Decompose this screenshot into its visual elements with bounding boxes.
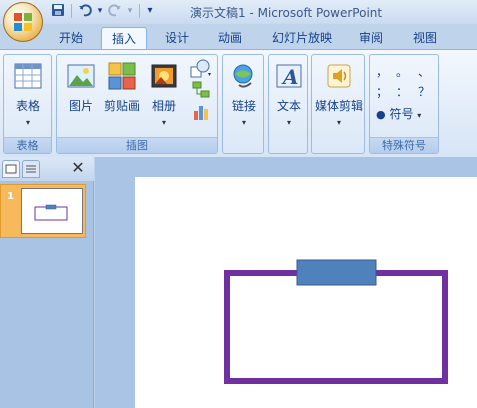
ribbon-tabs: 开始 插入 设计 动画 幻灯片放映 审阅 视图 (0, 24, 477, 50)
title-bar: ▾ ▾ ▾ 演示文稿1 - Microsoft PowerPoint (0, 0, 477, 24)
blue-rectangle-shape[interactable] (296, 259, 377, 286)
slide-thumbnail-selected[interactable]: 1 (0, 184, 86, 238)
shapes-button[interactable] (189, 59, 213, 82)
text-button[interactable]: A 文本 ▾ (271, 61, 307, 127)
symbol-question[interactable]: ？ (416, 83, 432, 100)
clipart-icon (107, 61, 137, 91)
smartart-icon (192, 81, 210, 98)
tab-insert[interactable]: 插入 (101, 27, 147, 50)
redo-dropdown-icon[interactable]: ▾ (126, 3, 134, 19)
chevron-down-icon: ▾ (336, 118, 341, 127)
text-button-label: 文本 (276, 99, 301, 113)
symbol-button-label: 符号 (389, 107, 414, 121)
table-button-label: 表格 (15, 99, 40, 113)
chevron-down-icon: ▾ (241, 118, 246, 127)
picture-button-label: 图片 (68, 99, 93, 113)
slides-tab[interactable] (2, 160, 20, 178)
slides-pane: ✕ 1 (0, 157, 94, 408)
group-illustrations: 图片 剪贴画 相册 ▾ 插图 (56, 54, 218, 154)
slide-canvas[interactable] (135, 177, 477, 408)
slides-tab-icon (5, 164, 17, 174)
photo-album-icon (149, 61, 179, 91)
chevron-down-icon: ▾ (25, 118, 30, 127)
smartart-button[interactable] (191, 81, 211, 102)
group-special-symbols: ， 。 、 ； ： ？ ● 符号 ▾ 特殊符号 (369, 54, 439, 154)
purple-rectangle-shape[interactable] (224, 270, 448, 384)
group-label-special-symbols: 特殊符号 (370, 137, 438, 153)
media-clips-button[interactable]: 媒体剪辑 ▾ (313, 61, 365, 127)
svg-text:A: A (281, 65, 299, 89)
table-button[interactable]: 表格 ▾ (8, 61, 48, 127)
qat-separator (139, 4, 140, 18)
slide-number: 1 (7, 191, 14, 202)
tab-slideshow[interactable]: 幻灯片放映 (264, 27, 340, 50)
photo-album-button[interactable]: 相册 ▾ (145, 61, 183, 127)
chart-button[interactable] (191, 103, 211, 124)
undo-icon[interactable] (77, 3, 93, 19)
tab-animations[interactable]: 动画 (211, 27, 249, 50)
group-label-illustrations: 插图 (57, 137, 217, 153)
omega-icon: ● (376, 108, 386, 121)
office-logo-icon (14, 13, 33, 32)
group-tables: 表格 ▾ 表格 (3, 54, 52, 154)
photo-album-button-label: 相册 (151, 99, 176, 113)
window-title: 演示文稿1 - Microsoft PowerPoint (190, 6, 383, 20)
media-clips-button-label: 媒体剪辑 (314, 99, 363, 113)
ribbon-insert: 表格 ▾ 表格 图片 剪贴画 相册 ▾ 插图 链接 ▾ A 文本 ▾ 媒体剪辑 … (0, 49, 477, 157)
chevron-down-icon: ▾ (286, 118, 291, 127)
customize-qat-icon[interactable]: ▾ (145, 3, 155, 19)
thumbnail-shapes (34, 204, 68, 221)
redo-icon[interactable] (107, 3, 123, 19)
tab-design[interactable]: 设计 (158, 27, 196, 50)
picture-button[interactable]: 图片 (61, 61, 101, 114)
symbol-comma[interactable]: ， (374, 63, 390, 80)
outline-tab-icon (26, 165, 36, 173)
group-media: 媒体剪辑 ▾ (311, 54, 365, 154)
links-button[interactable]: 链接 ▾ (225, 61, 263, 127)
undo-dropdown-icon[interactable]: ▾ (96, 3, 104, 19)
symbol-period[interactable]: 。 (394, 63, 410, 80)
links-button-label: 链接 (231, 99, 256, 113)
chevron-down-icon: ▾ (161, 118, 166, 127)
office-button[interactable] (3, 2, 43, 42)
symbol-enum-comma[interactable]: 、 (416, 63, 432, 80)
pane-tabs: ✕ (0, 157, 94, 181)
shapes-icon (190, 59, 211, 78)
clipart-button[interactable]: 剪贴画 (101, 61, 143, 114)
tab-home[interactable]: 开始 (52, 27, 90, 50)
group-links: 链接 ▾ (222, 54, 264, 154)
chevron-down-icon: ▾ (417, 111, 422, 120)
slide-shapes (224, 259, 448, 384)
quick-access-toolbar: ▾ ▾ ▾ (50, 3, 155, 19)
outline-tab[interactable] (22, 160, 40, 178)
text-icon: A (274, 61, 304, 91)
hyperlink-icon (229, 61, 259, 91)
tab-review[interactable]: 审阅 (352, 27, 390, 50)
slide-thumbnail (21, 188, 83, 234)
qat-separator (71, 4, 72, 18)
clipart-button-label: 剪贴画 (103, 99, 140, 113)
close-pane-icon[interactable]: ✕ (70, 159, 86, 177)
symbol-colon[interactable]: ： (394, 83, 410, 100)
slide-editing-area (95, 157, 477, 408)
tab-view[interactable]: 视图 (406, 27, 444, 50)
chart-icon (194, 106, 208, 120)
table-icon (13, 61, 43, 91)
save-icon[interactable] (50, 3, 66, 19)
symbol-semicolon[interactable]: ； (374, 83, 390, 100)
speaker-icon (324, 61, 354, 91)
symbol-button[interactable]: ● 符号 ▾ (376, 105, 436, 122)
picture-icon (66, 61, 96, 91)
group-label-tables: 表格 (4, 137, 51, 153)
group-text: A 文本 ▾ (268, 54, 308, 154)
